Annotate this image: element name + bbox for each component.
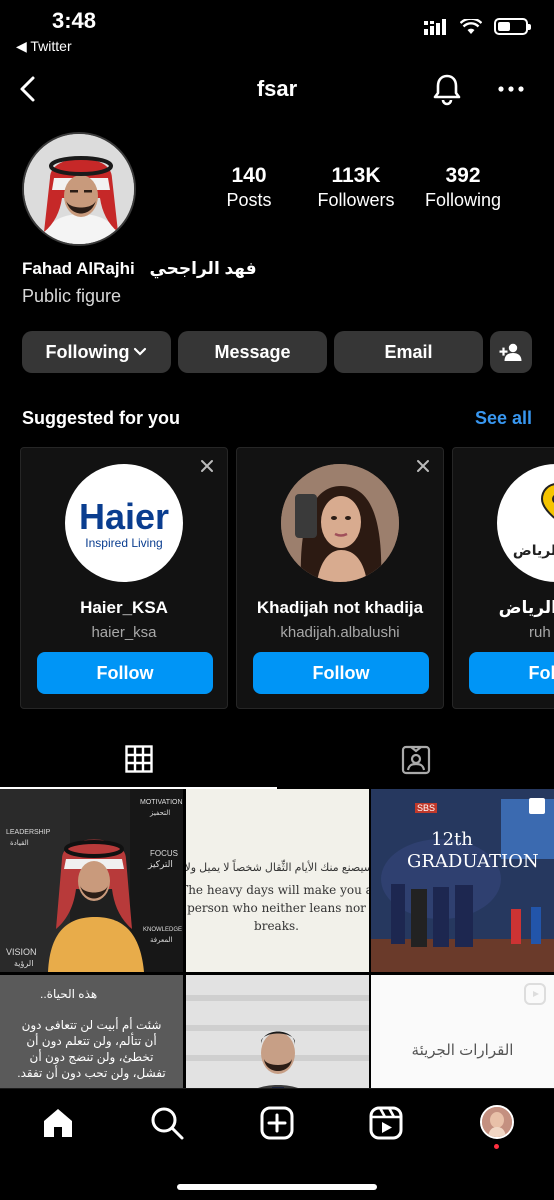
posts-label: Posts [226, 190, 272, 210]
profile-display-name-arabic: فهد الراجحي [149, 259, 257, 278]
post-caption-word: المعرفة [150, 937, 173, 944]
suggested-name[interactable]: الرياض [453, 598, 554, 618]
home-icon[interactable] [40, 1105, 76, 1141]
following-button-label: Following [45, 341, 130, 362]
posts-grid: MOTIVATION التحفيز FOCUS التركيز LEADERS… [0, 789, 554, 1089]
suggested-title: Suggested for you [22, 408, 181, 428]
more-dots-icon[interactable] [496, 76, 526, 102]
wifi-icon [460, 18, 482, 34]
message-button[interactable]: Message [178, 331, 327, 373]
profile-display-name: Fahad AlRajhi [22, 259, 135, 278]
profile-tabs [0, 733, 554, 789]
suggested-avatar [281, 464, 399, 582]
email-button[interactable]: Email [334, 331, 483, 373]
posts-stat[interactable]: 140 Posts [189, 164, 309, 211]
post-title-arabic: هذه الحياة.. [40, 987, 98, 1001]
back-to-app-link[interactable]: ◀ Twitter [16, 38, 72, 55]
haier-logo-text: Haier [78, 496, 170, 537]
status-bar: 3:48 ◀ Twitter [0, 0, 554, 60]
grid-post[interactable]: القرارات الجريئة [371, 975, 554, 1089]
suggested-card[interactable]: Haier Inspired Living Haier_KSA haier_ks… [20, 447, 228, 709]
profile-nav-bar: fsar [0, 62, 554, 118]
following-count: 392 [445, 164, 481, 187]
posts-count: 140 [231, 164, 267, 187]
bell-icon[interactable] [430, 72, 464, 106]
profile-category: Public figure [22, 286, 122, 306]
post-text-arabic: سيصنع منك الأيام الثِّقال شخصاً لا يميل … [186, 862, 369, 874]
notification-dot [494, 1144, 499, 1149]
close-icon[interactable] [199, 458, 215, 474]
close-icon[interactable] [415, 458, 431, 474]
chevron-down-icon [134, 347, 147, 356]
following-stat[interactable]: 392 Following [403, 164, 523, 211]
battery-icon [494, 18, 531, 35]
grid-post[interactable] [186, 975, 369, 1089]
message-button-label: Message [214, 341, 291, 362]
new-post-icon[interactable] [259, 1105, 295, 1141]
tab-tagged[interactable] [277, 733, 554, 789]
post-caption-word: القيادة [10, 840, 29, 847]
tagged-icon [401, 745, 431, 775]
signal-icon [424, 18, 446, 35]
home-indicator [177, 1184, 377, 1190]
follow-button[interactable]: Follow [253, 652, 429, 694]
follow-button[interactable]: Follow [469, 652, 554, 694]
following-label: Following [424, 190, 502, 210]
grid-post[interactable]: سيصنع منك الأيام الثِّقال شخصاً لا يميل … [186, 789, 369, 972]
suggested-username: khadijah.albalushi [280, 624, 400, 641]
suggested-users-button[interactable] [490, 331, 532, 373]
post-caption-word: FOCUS [150, 849, 178, 858]
profile-avatar-large[interactable] [22, 132, 136, 246]
post-text-english: The heavy days will make you a person wh… [186, 883, 369, 933]
post-text-arabic: القرارات الجريئة [411, 1042, 514, 1059]
followers-count: 113K [331, 164, 381, 187]
suggested-card[interactable]: Khadijah not khadija khadijah.albalushi … [236, 447, 444, 709]
location-pin-icon [540, 483, 554, 519]
post-caption-word: LEADERSHIP [6, 829, 51, 836]
followers-label: Followers [317, 190, 395, 210]
haier-logo-tagline: Inspired Living [85, 536, 163, 550]
suggested-name[interactable]: Haier_KSA [21, 598, 227, 618]
grid-post[interactable]: MOTIVATION التحفيز FOCUS التركيز LEADERS… [0, 789, 183, 972]
reels-icon [524, 983, 546, 1005]
search-icon[interactable] [149, 1105, 185, 1141]
post-caption-word: KNOWLEDGE [143, 927, 183, 933]
profile-username: fsar [256, 76, 298, 101]
post-caption-word: التحفيز [150, 810, 171, 817]
add-person-icon [499, 343, 522, 361]
status-time: 3:48 [52, 8, 97, 33]
post-body-arabic: شئت أم أبيت لن تتعافى دون أن تتألم، ولن … [17, 1018, 166, 1080]
post-graduation-text: 12th GRADUATION [407, 829, 539, 872]
post-badge: SBS [415, 803, 438, 813]
grid-post[interactable]: هذه الحياة.. شئت أم أبيت لن تتعافى دون أ… [0, 975, 183, 1089]
suggested-card[interactable]: الرياض الرياض ruh Follow [452, 447, 554, 709]
followers-stat[interactable]: 113K Followers [296, 164, 416, 211]
grid-icon [125, 745, 153, 773]
profile-name-row: Fahad AlRajhi فهد الراجحي [22, 259, 257, 279]
profile-avatar[interactable] [480, 1105, 514, 1139]
see-all-link[interactable]: See all [475, 408, 532, 429]
follow-button[interactable]: Follow [37, 652, 213, 694]
reels-icon[interactable] [368, 1105, 404, 1141]
post-caption-word: VISION [6, 947, 37, 957]
carousel-icon [529, 798, 545, 814]
riyadh-logo-text: الرياض [512, 542, 554, 558]
post-caption-word: التركيز [148, 859, 173, 869]
following-button[interactable]: Following [22, 331, 171, 373]
grid-post[interactable]: 12th GRADUATION SBS [371, 789, 554, 972]
status-icons [424, 18, 531, 35]
bottom-tab-bar [0, 1088, 554, 1200]
riyadh-logo: الرياض [497, 464, 554, 582]
suggested-username: haier_ksa [91, 624, 157, 641]
post-caption-word: الرؤية [14, 959, 34, 968]
post-caption-word: MOTIVATION [140, 799, 183, 806]
suggested-username: ruh [529, 624, 551, 641]
tab-posts-grid[interactable] [0, 733, 277, 789]
email-button-label: Email [384, 341, 433, 362]
haier-logo: Haier Inspired Living [65, 464, 183, 582]
suggested-name[interactable]: Khadijah not khadija [237, 598, 443, 618]
